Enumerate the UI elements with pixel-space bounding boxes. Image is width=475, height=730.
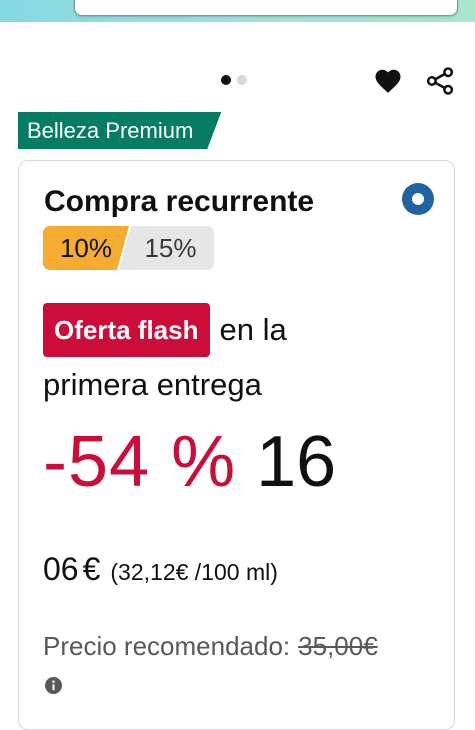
option-radio-button[interactable] — [402, 183, 434, 215]
flash-offer: Oferta flash en la — [43, 303, 287, 357]
price-whole: 16 — [256, 422, 337, 502]
carousel-dot-active[interactable] — [221, 75, 231, 85]
carousel-dots — [221, 75, 247, 85]
discount-tier-10[interactable]: 10% — [43, 226, 129, 270]
recommended-price-value: 35,00€ — [298, 631, 378, 661]
recommended-price-label: Precio recomendado: — [43, 631, 291, 661]
option-title: Compra recurrente — [44, 185, 315, 218]
price-currency: € — [82, 551, 101, 587]
heart-icon[interactable] — [373, 66, 403, 96]
flash-offer-badge: Oferta flash — [43, 303, 210, 357]
share-icon[interactable] — [425, 66, 455, 96]
search-input[interactable] — [74, 0, 458, 16]
price-fraction: 06 — [43, 551, 79, 587]
discount-tier-selector: 10% 15% — [43, 226, 214, 270]
recommended-price: Precio recomendado: 35,00€ — [43, 631, 378, 662]
premium-badge-label: Belleza Premium — [18, 112, 221, 149]
price-continuation: 06 € (32,12€ /100 ml) — [43, 551, 278, 588]
discount-percentage: -54 % — [43, 422, 237, 502]
premium-badge: Belleza Premium — [18, 112, 221, 149]
unit-price: (32,12€ /100 ml) — [110, 559, 278, 585]
flash-offer-text-continued: primera entrega — [43, 367, 262, 402]
price-line: -54 % 16 — [43, 421, 336, 503]
info-icon[interactable] — [45, 677, 62, 694]
subscribe-save-option[interactable]: Compra recurrente 10% 15% Oferta flash e… — [18, 160, 455, 730]
flash-offer-text: en la — [219, 312, 287, 347]
top-search-bar — [0, 0, 475, 22]
discount-tier-15[interactable]: 15% — [119, 226, 214, 270]
radio-selected-dot — [412, 193, 424, 205]
carousel-dot[interactable] — [237, 75, 247, 85]
